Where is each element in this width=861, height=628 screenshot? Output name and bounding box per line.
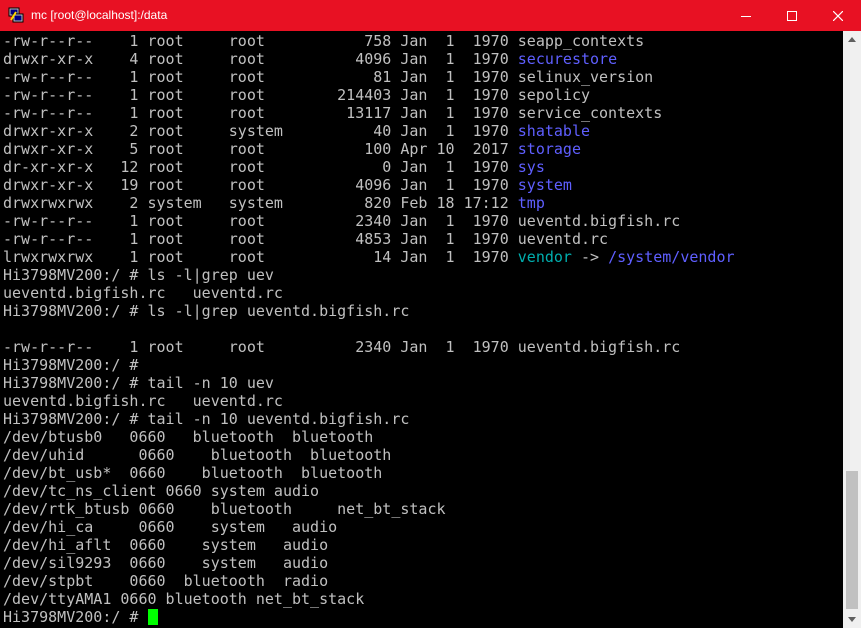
terminal-text: shatable xyxy=(517,122,591,140)
terminal-text: drwxrwxrwx 2 system system 820 Feb 18 17… xyxy=(3,194,518,212)
terminal-text: -rw-r--r-- 1 root root 81 Jan 1 1970 sel… xyxy=(3,68,654,86)
terminal-text: -> xyxy=(571,248,609,266)
terminal-line: Hi3798MV200:/ # tail -n 10 ueventd.bigfi… xyxy=(3,410,409,428)
putty-app-icon[interactable] xyxy=(8,7,24,23)
terminal-text: Hi3798MV200:/ # xyxy=(3,608,148,626)
terminal-text: ueventd.bigfish.rc ueventd.rc xyxy=(3,284,283,302)
terminal-line: lrwxrwxrwx 1 root root 14 Jan 1 1970 ven… xyxy=(3,248,735,266)
terminal-line: drwxr-xr-x 2 root system 40 Jan 1 1970 s… xyxy=(3,122,590,140)
terminal-text: drwxr-xr-x 5 root root 100 Apr 10 2017 xyxy=(3,140,518,158)
terminal-text: drwxr-xr-x 19 root root 4096 Jan 1 1970 xyxy=(3,176,518,194)
terminal-text: /dev/sil9293 0660 system audio xyxy=(3,554,329,572)
terminal-line: -rw-r--r-- 1 root root 13117 Jan 1 1970 … xyxy=(3,104,662,122)
close-icon xyxy=(833,10,843,21)
terminal-text: securestore xyxy=(517,50,618,68)
terminal-line: /dev/hi_aflt 0660 system audio xyxy=(3,536,328,554)
terminal-line: Hi3798MV200:/ # xyxy=(3,608,158,626)
terminal-text: Hi3798MV200:/ # ls -l|grep uev xyxy=(3,266,274,284)
terminal-text: /dev/rtk_btusb 0660 bluetooth net_bt_sta… xyxy=(3,500,446,518)
terminal-line: drwxrwxrwx 2 system system 820 Feb 18 17… xyxy=(3,194,545,212)
text-cursor xyxy=(147,609,158,625)
terminal-text: Hi3798MV200:/ # tail -n 10 ueventd.bigfi… xyxy=(3,410,410,428)
terminal-line: /dev/sil9293 0660 system audio xyxy=(3,554,328,572)
minimize-icon xyxy=(741,15,751,17)
terminal-line: /dev/hi_ca 0660 system audio xyxy=(3,518,337,536)
terminal-text: ueventd.bigfish.rc ueventd.rc xyxy=(3,392,283,410)
terminal-line: dr-xr-xr-x 12 root root 0 Jan 1 1970 sys xyxy=(3,158,545,176)
terminal-line: Hi3798MV200:/ # tail -n 10 uev xyxy=(3,374,274,392)
terminal-line: /dev/rtk_btusb 0660 bluetooth net_bt_sta… xyxy=(3,500,446,518)
terminal-line: /dev/uhid 0660 bluetooth bluetooth xyxy=(3,446,391,464)
terminal-text: storage xyxy=(517,140,581,158)
terminal-text: /dev/hi_aflt 0660 system audio xyxy=(3,536,329,554)
terminal-line: -rw-r--r-- 1 root root 214403 Jan 1 1970… xyxy=(3,86,590,104)
terminal-line: -rw-r--r-- 1 root root 2340 Jan 1 1970 u… xyxy=(3,338,680,356)
terminal-text: -rw-r--r-- 1 root root 2340 Jan 1 1970 u… xyxy=(3,338,681,356)
terminal-text: /system/vendor xyxy=(608,248,735,266)
terminal-text: lrwxrwxrwx 1 root root 14 Jan 1 1970 xyxy=(3,248,518,266)
vertical-scrollbar[interactable] xyxy=(843,31,861,628)
maximize-button[interactable] xyxy=(769,0,815,31)
terminal-text: /dev/stpbt 0660 bluetooth radio xyxy=(3,572,329,590)
terminal-text: /dev/uhid 0660 bluetooth bluetooth xyxy=(3,446,392,464)
terminal-line: /dev/ttyAMA1 0660 bluetooth net_bt_stack xyxy=(3,590,364,608)
minimize-button[interactable] xyxy=(723,0,769,31)
terminal-line: Hi3798MV200:/ # ls -l|grep uev xyxy=(3,266,274,284)
terminal-text: -rw-r--r-- 1 root root 2340 Jan 1 1970 u… xyxy=(3,212,681,230)
terminal-text: /dev/ttyAMA1 0660 bluetooth net_bt_stack xyxy=(3,590,365,608)
terminal-text: -rw-r--r-- 1 root root 214403 Jan 1 1970… xyxy=(3,86,590,104)
terminal-text: /dev/bt_usb* 0660 bluetooth bluetooth xyxy=(3,464,383,482)
terminal-text: drwxr-xr-x 2 root system 40 Jan 1 1970 xyxy=(3,122,518,140)
chevron-down-icon xyxy=(848,617,856,622)
terminal-text: drwxr-xr-x 4 root root 4096 Jan 1 1970 xyxy=(3,50,518,68)
terminal-line: ueventd.bigfish.rc ueventd.rc xyxy=(3,392,283,410)
terminal-text: vendor xyxy=(517,248,572,266)
terminal-line: /dev/bt_usb* 0660 bluetooth bluetooth xyxy=(3,464,382,482)
terminal-line: drwxr-xr-x 4 root root 4096 Jan 1 1970 s… xyxy=(3,50,617,68)
terminal-text: /dev/hi_ca 0660 system audio xyxy=(3,518,338,536)
chevron-up-icon xyxy=(848,37,856,42)
terminal-text: tmp xyxy=(517,194,545,212)
terminal-line: /dev/btusb0 0660 bluetooth bluetooth xyxy=(3,428,373,446)
terminal-text: Hi3798MV200:/ # xyxy=(3,356,139,374)
scroll-down-button[interactable] xyxy=(843,611,861,628)
terminal-text: dr-xr-xr-x 12 root root 0 Jan 1 1970 xyxy=(3,158,518,176)
terminal-text: -rw-r--r-- 1 root root 13117 Jan 1 1970 … xyxy=(3,104,663,122)
terminal-text: system xyxy=(517,176,572,194)
terminal-line: -rw-r--r-- 1 root root 758 Jan 1 1970 se… xyxy=(3,32,644,50)
terminal-text: sys xyxy=(517,158,545,176)
title-bar[interactable]: mc [root@localhost]:/data xyxy=(0,0,861,31)
terminal-line: ueventd.bigfish.rc ueventd.rc xyxy=(3,284,283,302)
terminal-output[interactable]: -rw-r--r-- 1 root root 758 Jan 1 1970 se… xyxy=(0,31,843,628)
terminal-line: -rw-r--r-- 1 root root 81 Jan 1 1970 sel… xyxy=(3,68,653,86)
terminal-text: Hi3798MV200:/ # tail -n 10 uev xyxy=(3,374,274,392)
terminal-text: -rw-r--r-- 1 root root 758 Jan 1 1970 se… xyxy=(3,32,645,50)
terminal-line: /dev/stpbt 0660 bluetooth radio xyxy=(3,572,328,590)
window-title: mc [root@localhost]:/data xyxy=(31,8,168,22)
maximize-icon xyxy=(787,10,797,21)
terminal-line: -rw-r--r-- 1 root root 4853 Jan 1 1970 u… xyxy=(3,230,608,248)
terminal-text: /dev/btusb0 0660 bluetooth bluetooth xyxy=(3,428,374,446)
terminal-line: drwxr-xr-x 5 root root 100 Apr 10 2017 s… xyxy=(3,140,581,158)
terminal-line: Hi3798MV200:/ # xyxy=(3,356,138,374)
scroll-up-button[interactable] xyxy=(843,31,861,48)
terminal-text: Hi3798MV200:/ # ls -l|grep ueventd.bigfi… xyxy=(3,302,410,320)
close-button[interactable] xyxy=(815,0,861,31)
terminal-line: drwxr-xr-x 19 root root 4096 Jan 1 1970 … xyxy=(3,176,572,194)
terminal-line: Hi3798MV200:/ # ls -l|grep ueventd.bigfi… xyxy=(3,302,409,320)
terminal-line: /dev/tc_ns_client 0660 system audio xyxy=(3,482,319,500)
terminal-text: /dev/tc_ns_client 0660 system audio xyxy=(3,482,320,500)
scrollbar-thumb[interactable] xyxy=(846,471,858,609)
terminal-line: -rw-r--r-- 1 root root 2340 Jan 1 1970 u… xyxy=(3,212,680,230)
terminal-text: -rw-r--r-- 1 root root 4853 Jan 1 1970 u… xyxy=(3,230,609,248)
